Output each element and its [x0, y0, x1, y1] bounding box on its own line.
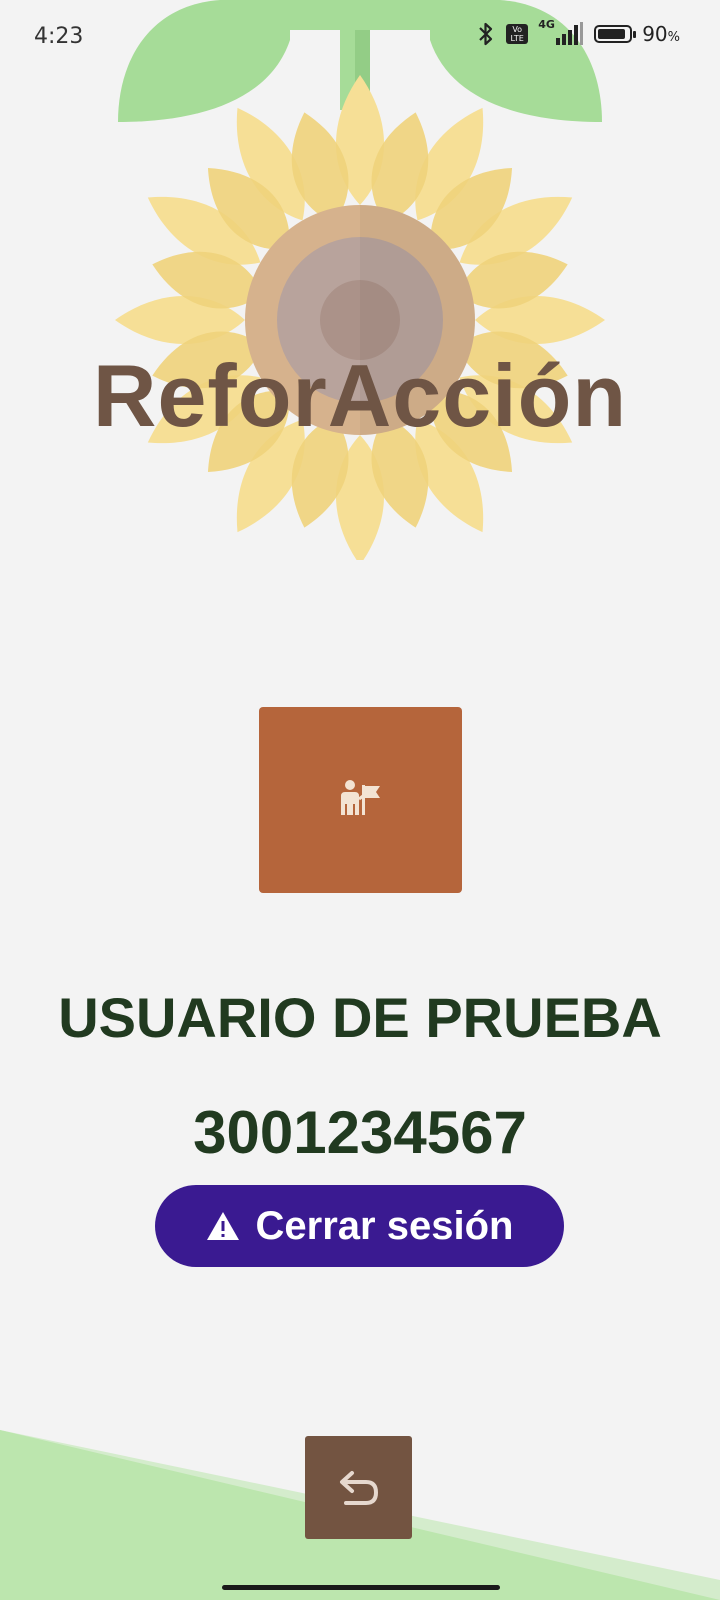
battery-percent-sign: % — [667, 30, 680, 45]
battery-level: 90% — [642, 22, 680, 46]
warning-icon — [206, 1212, 239, 1240]
sunflower-illustration — [115, 0, 605, 560]
back-button[interactable] — [305, 1436, 412, 1539]
volte-icon: Vo LTE — [506, 24, 529, 44]
status-bar: 4:23 Vo LTE 4G 90% — [0, 0, 720, 72]
logout-label: Cerrar sesión — [255, 1203, 514, 1248]
status-time: 4:23 — [34, 24, 84, 49]
return-arrow-icon — [339, 1470, 378, 1505]
status-icons: Vo LTE 4G 90% — [476, 18, 680, 46]
home-indicator[interactable] — [222, 1585, 500, 1590]
signal-icon: 4G — [538, 18, 584, 46]
user-phone: 3001234567 — [193, 1099, 527, 1166]
battery-percent: 90 — [642, 22, 668, 46]
battery-icon — [594, 25, 637, 43]
person-with-flag-icon — [340, 780, 380, 815]
bluetooth-icon — [479, 22, 493, 46]
profile-avatar-card[interactable] — [259, 707, 462, 893]
logout-button[interactable]: Cerrar sesión — [155, 1185, 564, 1267]
app-title: ReforAcción — [92, 346, 628, 445]
user-name: USUARIO DE PRUEBA — [58, 986, 662, 1049]
